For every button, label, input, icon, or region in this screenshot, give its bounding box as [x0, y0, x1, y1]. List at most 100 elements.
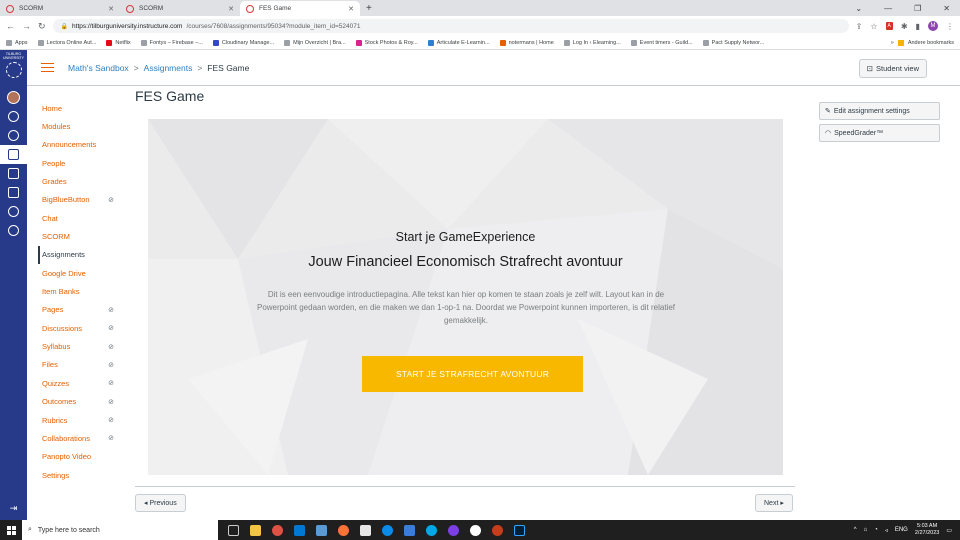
app-icon[interactable]: [316, 524, 327, 536]
taskbar-search-input[interactable]: ⌕ Type here to search: [22, 520, 218, 540]
task-view-icon[interactable]: [228, 524, 239, 536]
course-nav-item-collaborations[interactable]: Collaborations ⊘: [38, 429, 118, 447]
previous-button[interactable]: ◂ Previous: [135, 494, 186, 512]
language-indicator[interactable]: ENG: [895, 527, 908, 533]
course-nav-item-files[interactable]: Files ⊘: [38, 356, 118, 374]
edge-icon[interactable]: [382, 524, 393, 536]
bookmark-item[interactable]: Cloudinary Manage...: [212, 39, 274, 46]
bookmark-item[interactable]: Log In ‹ Elearning...: [563, 39, 621, 46]
course-nav-item-pages[interactable]: Pages ⊘: [38, 301, 118, 319]
course-nav-item-google-drive[interactable]: Google Drive: [38, 264, 118, 282]
profile-avatar[interactable]: M: [928, 21, 938, 31]
global-nav-calendar[interactable]: [0, 164, 27, 183]
course-nav-item-item-banks[interactable]: Item Banks: [38, 282, 118, 300]
course-nav-item-home[interactable]: Home: [38, 99, 118, 117]
course-nav-item-outcomes[interactable]: Outcomes ⊘: [38, 393, 118, 411]
global-nav-courses[interactable]: [0, 145, 27, 164]
course-nav-item-syllabus[interactable]: Syllabus ⊘: [38, 337, 118, 355]
app-icon[interactable]: [426, 524, 437, 536]
app-icon[interactable]: [470, 524, 481, 536]
notifications-icon[interactable]: ▭: [946, 527, 952, 534]
course-nav-item-assignments[interactable]: Assignments: [38, 245, 118, 265]
course-nav-item-rubrics[interactable]: Rubrics ⊘: [38, 411, 118, 429]
course-nav-item-chat[interactable]: Chat: [38, 209, 118, 227]
global-nav-admin[interactable]: [0, 107, 27, 126]
global-nav-help[interactable]: [0, 221, 27, 240]
app-icon[interactable]: [404, 524, 415, 536]
course-nav-item-announcements[interactable]: Announcements: [38, 136, 118, 154]
bookmark-star-icon[interactable]: ☆: [870, 22, 877, 31]
bookmark-item[interactable]: Lectora Online Aut...: [37, 39, 96, 46]
volume-icon[interactable]: ◃: [885, 527, 888, 534]
bookmark-item[interactable]: Pact Supply Networ...: [702, 39, 764, 46]
minimize-icon[interactable]: —: [884, 4, 892, 13]
hamburger-menu-icon[interactable]: [41, 62, 54, 73]
powerpoint-icon[interactable]: [492, 524, 503, 536]
firefox-icon[interactable]: [338, 524, 349, 536]
course-nav-item-panopto-video[interactable]: Panopto Video: [38, 448, 118, 466]
speedgrader-button[interactable]: ◠ SpeedGrader™: [819, 124, 940, 142]
course-nav-item-bigbluebutton[interactable]: BigBlueButton ⊘: [38, 191, 118, 209]
outlook-icon[interactable]: [294, 524, 305, 536]
bookmark-item[interactable]: Articulate E-Learnin...: [427, 39, 490, 46]
forward-icon[interactable]: →: [22, 21, 31, 31]
browser-menu-icon[interactable]: ⋮: [946, 22, 954, 31]
tab-close-icon[interactable]: ✕: [228, 5, 234, 13]
student-view-button[interactable]: ⊡ Student view: [858, 59, 927, 78]
collapse-nav-icon[interactable]: ⇥: [10, 503, 18, 514]
bookmark-item[interactable]: Mijn Overzicht | Bra...: [284, 39, 346, 46]
course-nav-item-settings[interactable]: Settings: [38, 466, 118, 484]
global-nav-history[interactable]: [0, 202, 27, 221]
bookmark-item[interactable]: Fontys – Firebase –...: [140, 39, 203, 46]
next-button[interactable]: Next ▸: [755, 494, 793, 512]
window-close-icon[interactable]: ✕: [943, 4, 950, 13]
breadcrumb-course[interactable]: Math's Sandbox: [68, 63, 129, 73]
browser-tab[interactable]: SCORM ✕: [0, 1, 120, 16]
network-icon[interactable]: ◔: [874, 527, 878, 533]
course-nav-item-scorm[interactable]: SCORM: [38, 227, 118, 245]
sidepanel-icon[interactable]: ▮: [916, 22, 920, 31]
tab-close-icon[interactable]: ✕: [108, 5, 114, 13]
url-field[interactable]: 🔒 https://tilburguniversity.instructure.…: [52, 19, 849, 33]
bookmark-item[interactable]: notermans | Home: [499, 39, 554, 46]
tab-close-icon[interactable]: ✕: [348, 5, 354, 13]
app-icon[interactable]: [360, 524, 371, 536]
extensions-puzzle-icon[interactable]: ✱: [901, 22, 908, 31]
maximize-icon[interactable]: ❐: [914, 4, 921, 13]
global-nav-dashboard[interactable]: [0, 126, 27, 145]
pdf-extension-icon[interactable]: A: [885, 22, 893, 30]
windows-start-icon[interactable]: [0, 520, 22, 540]
bookmark-item[interactable]: Netflix: [106, 39, 131, 46]
canvas-favicon-icon: [246, 4, 254, 13]
new-tab-icon[interactable]: +: [366, 3, 372, 14]
global-nav-account[interactable]: [0, 88, 27, 107]
course-nav-item-grades[interactable]: Grades: [38, 172, 118, 190]
photoshop-icon[interactable]: [514, 524, 525, 536]
tray-app-icon[interactable]: ⌂: [864, 527, 868, 533]
other-bookmarks[interactable]: Andere bookmarks: [908, 40, 954, 46]
course-nav-item-quizzes[interactable]: Quizzes ⊘: [38, 374, 118, 392]
course-nav-item-modules[interactable]: Modules: [38, 117, 118, 135]
back-icon[interactable]: ←: [6, 21, 15, 31]
app-icon[interactable]: [448, 524, 459, 536]
university-logo[interactable]: TILBURG UNIVERSITY: [0, 52, 27, 88]
tab-search-icon[interactable]: ⌄: [855, 4, 862, 13]
bookmark-item[interactable]: Event timers - Guild...: [630, 39, 693, 46]
breadcrumb-assignments[interactable]: Assignments: [144, 63, 193, 73]
course-nav-item-people[interactable]: People: [38, 154, 118, 172]
start-adventure-button[interactable]: START JE STRAFRECHT AVONTUUR: [362, 356, 583, 392]
file-explorer-icon[interactable]: [250, 524, 261, 536]
global-nav-inbox[interactable]: [0, 183, 27, 202]
bookmark-item[interactable]: Stock Photos & Roy...: [355, 39, 418, 46]
bookmark-item[interactable]: Apps: [6, 39, 28, 46]
chrome-icon[interactable]: [272, 524, 283, 536]
clock[interactable]: 5:03 AM 2/27/2023: [915, 523, 939, 537]
reload-icon[interactable]: ↻: [38, 21, 46, 32]
bookmarks-more-icon[interactable]: »: [891, 40, 894, 46]
edit-assignment-settings-button[interactable]: ✎ Edit assignment settings: [819, 102, 940, 120]
share-icon[interactable]: ⇪: [856, 22, 863, 31]
course-nav-item-discussions[interactable]: Discussions ⊘: [38, 319, 118, 337]
tray-chevron-icon[interactable]: ^: [854, 527, 857, 533]
browser-tab-active[interactable]: FES Game ✕: [240, 1, 360, 16]
browser-tab[interactable]: SCORM ✕: [120, 1, 240, 16]
